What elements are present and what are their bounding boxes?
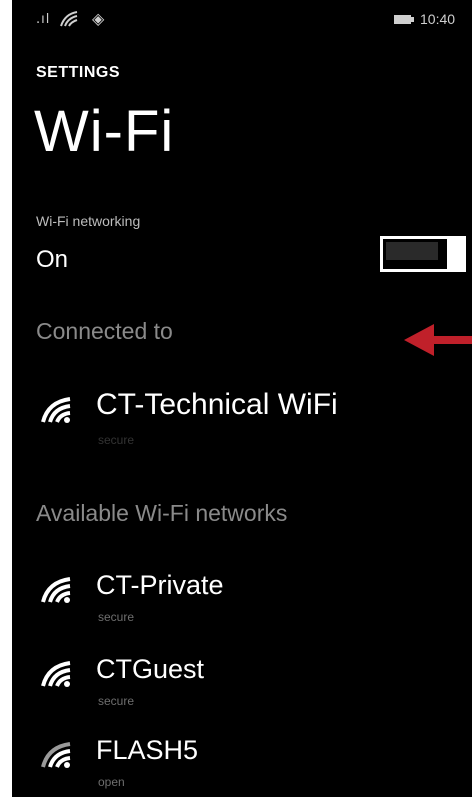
available-networks-heading: Available Wi-Fi networks xyxy=(36,500,288,526)
red-arrow-icon xyxy=(404,324,472,356)
page-title: Wi-Fi xyxy=(34,99,175,164)
toggle-knob[interactable] xyxy=(448,236,466,272)
signal-bars-icon: .ıl xyxy=(36,12,51,27)
wifi-networking-state: On xyxy=(36,246,69,273)
wifi-networking-label: Wi-Fi networking xyxy=(36,213,141,229)
toggle-fill xyxy=(386,242,438,260)
location-icon: ◈ xyxy=(92,9,105,28)
network-status: open xyxy=(98,775,125,789)
wifi-icon xyxy=(41,577,71,603)
network-name: CT-Private xyxy=(96,570,224,600)
clock: 10:40 xyxy=(420,11,456,27)
connected-heading: Connected to xyxy=(36,318,173,344)
network-name: CT-Technical WiFi xyxy=(96,388,338,421)
status-bar: .ıl ◈ 10:40 xyxy=(12,0,472,40)
network-name: FLASH5 xyxy=(96,735,199,765)
connected-network[interactable]: CT-Technical WiFi secure xyxy=(36,388,456,458)
wifi-icon xyxy=(41,397,71,423)
network-item[interactable]: CT-Private secure xyxy=(36,570,456,630)
network-item[interactable]: CTGuest secure xyxy=(36,654,456,714)
wifi-icon xyxy=(60,11,78,27)
network-status: secure xyxy=(98,694,135,708)
network-status: secure xyxy=(98,433,135,447)
network-item[interactable]: FLASH5 open xyxy=(36,735,456,795)
network-status: secure xyxy=(98,610,135,624)
network-name: CTGuest xyxy=(96,654,205,684)
battery-icon xyxy=(394,15,414,24)
wifi-icon xyxy=(41,742,71,768)
phone-screen: .ıl ◈ 10:40 SETTINGS Wi-Fi Wi-Fi network… xyxy=(12,0,472,797)
settings-heading: SETTINGS xyxy=(36,64,121,81)
wifi-toggle-switch[interactable] xyxy=(380,236,466,272)
wifi-icon xyxy=(41,661,71,687)
